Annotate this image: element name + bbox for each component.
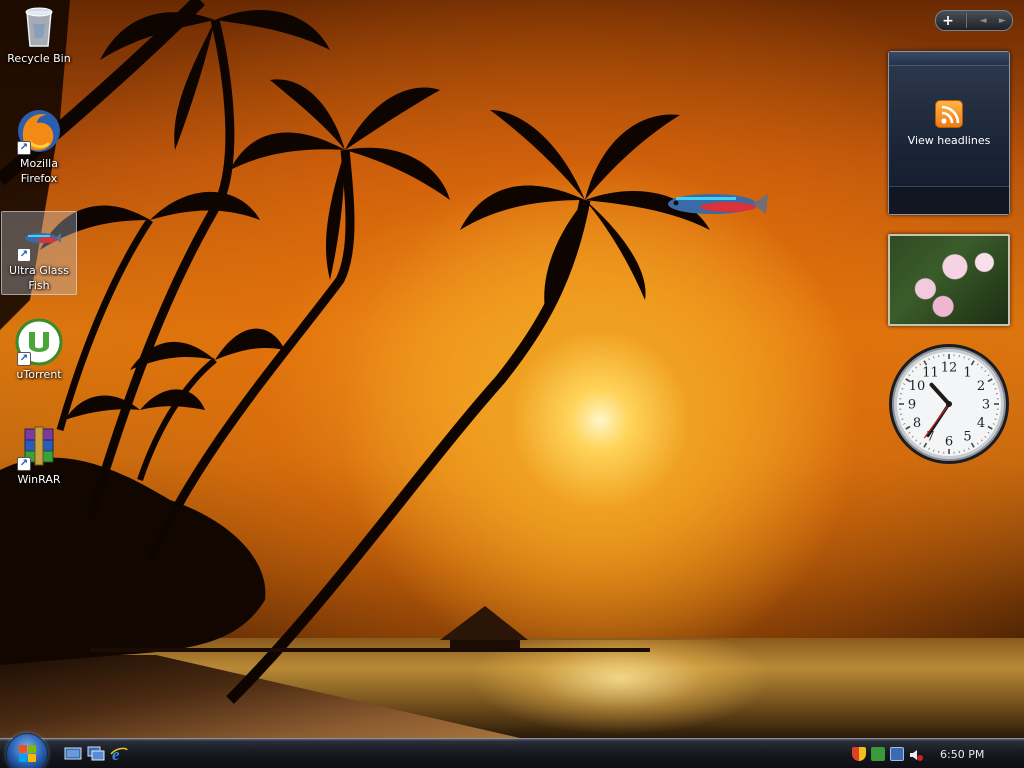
desktop-icon-mozilla-firefox[interactable]: ↗ Mozilla Firefox bbox=[1, 105, 77, 186]
divider bbox=[966, 13, 968, 28]
windows-logo-icon bbox=[19, 745, 37, 763]
analog-clock-face: 12 1234567891011 bbox=[889, 344, 1009, 464]
clock-numeral: 11 bbox=[922, 365, 939, 380]
desktop-icon-label: Ultra Glass Fish bbox=[9, 264, 69, 292]
clock-numeral: 5 bbox=[963, 430, 971, 445]
desktop-icon-ultra-glass-fish[interactable]: ↗ Ultra Glass Fish bbox=[1, 211, 77, 295]
clock-numeral: 12 bbox=[941, 361, 958, 376]
desktop-icon-label: WinRAR bbox=[17, 473, 61, 486]
ultra-glass-fish[interactable] bbox=[668, 194, 768, 214]
update-icon[interactable] bbox=[871, 747, 885, 761]
clock-time[interactable]: 6:50 PM bbox=[940, 748, 984, 761]
clock-gadget[interactable]: 12 1 2 3 4 5 6 7 8 9 10 11 bbox=[887, 342, 1011, 466]
shortcut-arrow-icon: ↗ bbox=[17, 457, 31, 471]
sidebar-controls: + ◄ ► bbox=[935, 10, 1013, 31]
internet-explorer-icon[interactable]: e bbox=[110, 745, 128, 764]
desktop-icon-label: Mozilla Firefox bbox=[20, 157, 58, 185]
taskbar: e 6:50 PM bbox=[0, 733, 1024, 768]
svg-text:e: e bbox=[112, 745, 120, 762]
next-page-button[interactable]: ► bbox=[999, 16, 1006, 26]
add-gadget-button[interactable]: + bbox=[942, 13, 954, 29]
feed-headlines-gadget[interactable]: View headlines bbox=[888, 51, 1010, 215]
rss-icon bbox=[935, 100, 963, 128]
desktop-icon-label: Recycle Bin bbox=[7, 52, 71, 65]
slideshow-gadget[interactable] bbox=[888, 234, 1010, 326]
utorrent-icon: ↗ bbox=[15, 318, 63, 366]
shortcut-arrow-icon: ↗ bbox=[17, 141, 31, 155]
view-headlines-link[interactable]: View headlines bbox=[889, 134, 1009, 147]
start-button[interactable] bbox=[6, 733, 48, 768]
volume-muted-icon[interactable] bbox=[909, 747, 923, 761]
desktop-icon-recycle-bin[interactable]: Recycle Bin bbox=[1, 0, 77, 66]
firefox-icon: ↗ bbox=[15, 107, 63, 155]
clock-numeral: 4 bbox=[977, 416, 985, 431]
clock-numeral: 10 bbox=[909, 379, 926, 394]
shortcut-arrow-icon: ↗ bbox=[17, 248, 31, 262]
winrar-icon: ↗ bbox=[15, 423, 63, 471]
fish-icon: ↗ bbox=[15, 214, 63, 262]
desktop-icon-label: uTorrent bbox=[16, 368, 62, 381]
previous-page-button[interactable]: ◄ bbox=[980, 16, 987, 26]
security-shield-icon[interactable] bbox=[852, 747, 866, 761]
system-tray: 6:50 PM bbox=[852, 739, 1024, 768]
desktop-icon-utorrent[interactable]: ↗ uTorrent bbox=[1, 316, 77, 382]
desktop-icon-winrar[interactable]: ↗ WinRAR bbox=[1, 421, 77, 487]
clock-numeral: 1 bbox=[963, 365, 971, 380]
clock-numeral: 2 bbox=[977, 379, 985, 394]
wallpaper-palm-trees bbox=[0, 0, 768, 704]
network-icon[interactable] bbox=[890, 747, 904, 761]
clock-numeral: 9 bbox=[908, 398, 916, 413]
recycle-bin-icon bbox=[15, 2, 63, 50]
switch-windows-icon[interactable] bbox=[87, 745, 105, 762]
shortcut-arrow-icon: ↗ bbox=[17, 352, 31, 366]
show-desktop-icon[interactable] bbox=[64, 745, 82, 762]
gadget-header bbox=[889, 52, 1009, 66]
clock-numeral: 3 bbox=[982, 398, 990, 413]
clock-numeral: 8 bbox=[913, 416, 921, 431]
clock-numeral: 6 bbox=[945, 435, 953, 450]
gadget-footer bbox=[889, 186, 1009, 214]
